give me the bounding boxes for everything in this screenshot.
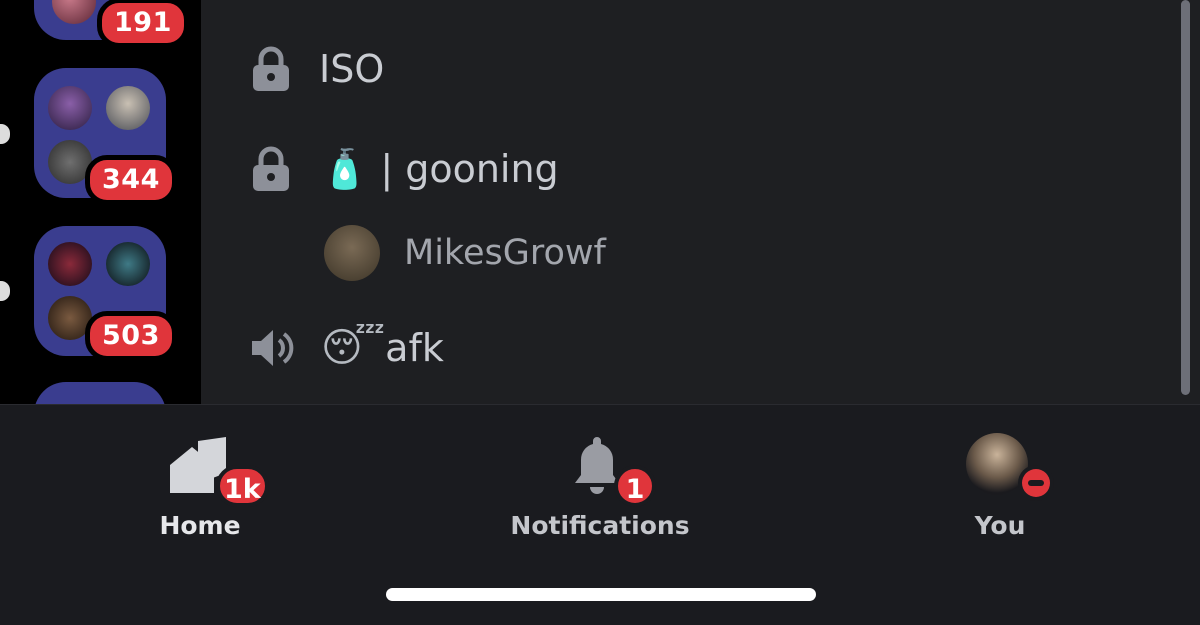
notifications-badge: 1	[614, 465, 656, 507]
tab-you[interactable]: You	[950, 431, 1054, 545]
unread-indicator	[0, 124, 10, 144]
lotion-bottle-icon: 🧴	[321, 146, 369, 191]
server-icon[interactable]	[106, 86, 150, 130]
channel-list: ISO 🧴 | gooning MikesGrowf 😴 afk	[201, 0, 1200, 404]
sleeping-face-icon: 😴	[321, 325, 386, 371]
server-icon[interactable]	[48, 242, 92, 286]
voice-user-name: MikesGrowf	[404, 233, 606, 273]
home-label: Home	[159, 511, 241, 540]
unread-badge: 503	[85, 311, 177, 361]
lock-icon	[253, 46, 289, 91]
server-icon[interactable]	[106, 242, 150, 286]
channel-name: ISO	[319, 47, 385, 91]
unread-badge: 344	[85, 155, 177, 205]
unread-indicator	[0, 281, 10, 301]
unread-badge: 191	[97, 0, 189, 48]
avatar	[324, 225, 380, 281]
you-label: You	[974, 511, 1026, 540]
channel-afk[interactable]: 😴 afk	[249, 325, 444, 371]
channel-name: | gooning	[380, 147, 559, 191]
do-not-disturb-icon	[1022, 469, 1050, 497]
lock-icon	[253, 146, 289, 191]
notifications-label: Notifications	[510, 511, 690, 540]
home-indicator[interactable]	[386, 588, 816, 601]
tab-home[interactable]: 1k Home	[140, 435, 269, 545]
channel-iso[interactable]: ISO	[251, 46, 384, 92]
channel-gooning[interactable]: 🧴 | gooning	[251, 146, 559, 192]
server-icon[interactable]	[48, 86, 92, 130]
channel-name: afk	[385, 326, 444, 370]
server-icon[interactable]	[52, 0, 96, 24]
server-folder[interactable]	[34, 382, 166, 404]
voice-user[interactable]: MikesGrowf	[324, 225, 606, 281]
status-ring	[1018, 465, 1054, 501]
speaker-icon	[252, 330, 294, 366]
home-badge: 1k	[216, 465, 269, 507]
tab-notifications[interactable]: 1 Notifications	[510, 435, 690, 545]
scrollbar[interactable]	[1181, 0, 1190, 395]
server-rail: 191 344 503	[0, 0, 200, 404]
